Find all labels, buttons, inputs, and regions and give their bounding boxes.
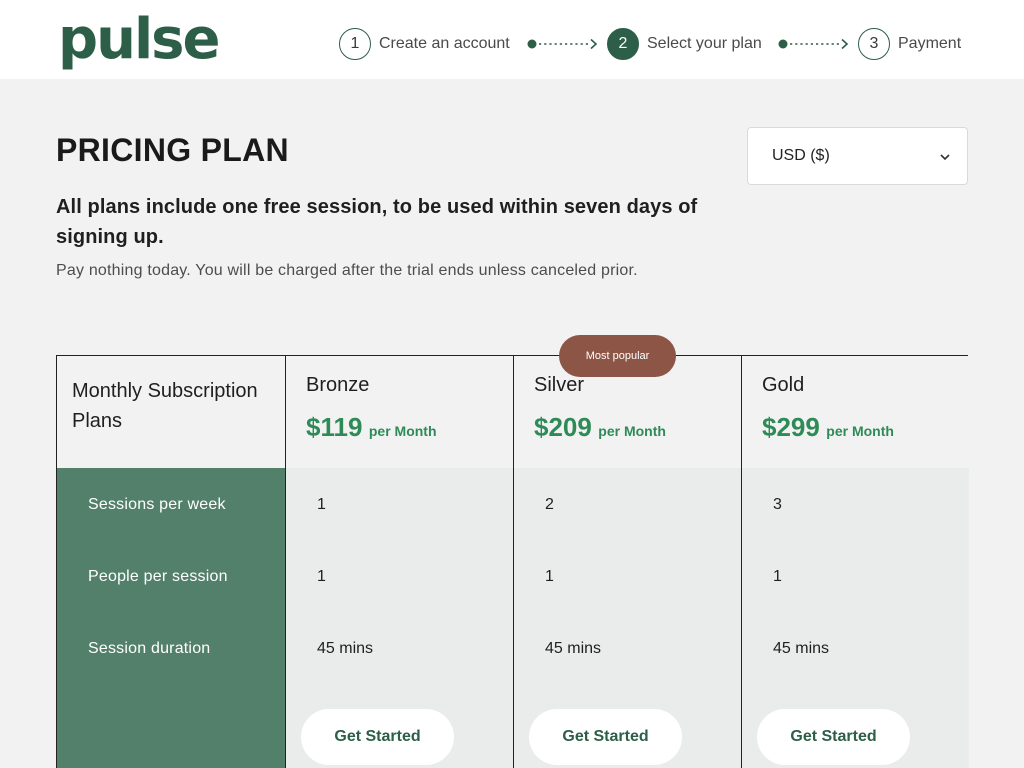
step-3-label: Payment xyxy=(898,35,962,52)
site-header: pulse 1 Create an account 2 Select your … xyxy=(0,0,1024,79)
get-started-silver-button[interactable]: Get Started xyxy=(529,709,682,765)
plan-header: Bronze $119 per Month xyxy=(286,356,513,468)
currency-selected-value: USD ($) xyxy=(772,147,830,164)
plan-name: Bronze xyxy=(306,374,370,396)
price-period: per Month xyxy=(368,423,437,439)
step-1-label: Create an account xyxy=(379,35,510,52)
plans-intro-text: All plans include one free session, to b… xyxy=(56,196,698,248)
row-label-session-duration: Session duration xyxy=(88,640,211,657)
feature-label-column: Monthly Subscription Plans Sessions per … xyxy=(57,356,285,768)
people-per-session-value: 1 xyxy=(317,568,326,585)
session-duration-value: 45 mins xyxy=(317,640,374,657)
price-period: per Month xyxy=(598,423,666,439)
people-per-session-value: 1 xyxy=(773,568,782,585)
get-started-bronze-button[interactable]: Get Started xyxy=(301,709,454,765)
most-popular-badge: Most popular xyxy=(559,335,676,377)
progress-stepper: 1 Create an account 2 Select your plan 3… xyxy=(0,28,1024,60)
plan-price: $209 per Month xyxy=(534,412,666,443)
plan-price: $299 per Month xyxy=(762,412,894,443)
plan-name: Gold xyxy=(762,374,805,396)
price-period: per Month xyxy=(826,423,894,439)
plan-column-gold: Gold $299 per Month 3 1 45 mins Get Star… xyxy=(741,356,969,768)
row-label-people-per-session: People per session xyxy=(88,568,228,585)
chevron-down-icon xyxy=(940,154,950,161)
step-1-number: 1 xyxy=(339,28,371,60)
plan-price: $119 per Month xyxy=(306,412,437,443)
feature-labels: Sessions per week People per session Ses… xyxy=(57,468,285,768)
billing-note: Pay nothing today. You will be charged a… xyxy=(56,262,638,279)
plan-header: Gold $299 per Month xyxy=(742,356,969,468)
session-duration-value: 45 mins xyxy=(773,640,830,657)
price-amount: $119 xyxy=(306,412,363,442)
sessions-per-week-value: 3 xyxy=(773,496,782,513)
plan-column-silver: Silver $209 per Month 2 1 45 mins Get St… xyxy=(513,356,741,768)
subscription-plans-heading: Monthly Subscription Plans xyxy=(72,380,258,432)
currency-select[interactable]: USD ($) xyxy=(747,127,968,185)
sessions-per-week-value: 2 xyxy=(545,496,554,513)
get-started-gold-button[interactable]: Get Started xyxy=(757,709,910,765)
step-2-label: Select your plan xyxy=(647,35,762,52)
people-per-session-value: 1 xyxy=(545,568,554,585)
row-label-sessions-per-week: Sessions per week xyxy=(88,496,226,513)
session-duration-value: 45 mins xyxy=(545,640,602,657)
step-2-number: 2 xyxy=(607,28,639,60)
price-amount: $209 xyxy=(534,412,592,442)
table-header-cell: Monthly Subscription Plans xyxy=(57,356,285,468)
dotted-arrow-icon xyxy=(527,38,598,50)
price-amount: $299 xyxy=(762,412,820,442)
pricing-table: Monthly Subscription Plans Sessions per … xyxy=(56,355,969,768)
plan-name: Silver xyxy=(534,374,585,396)
step-3-number: 3 xyxy=(858,28,890,60)
plan-column-bronze: Bronze $119 per Month 1 1 45 mins Get St… xyxy=(285,356,513,768)
dotted-arrow-icon xyxy=(778,38,849,50)
page-title: PRICING PLAN xyxy=(56,132,289,168)
sessions-per-week-value: 1 xyxy=(317,496,326,513)
